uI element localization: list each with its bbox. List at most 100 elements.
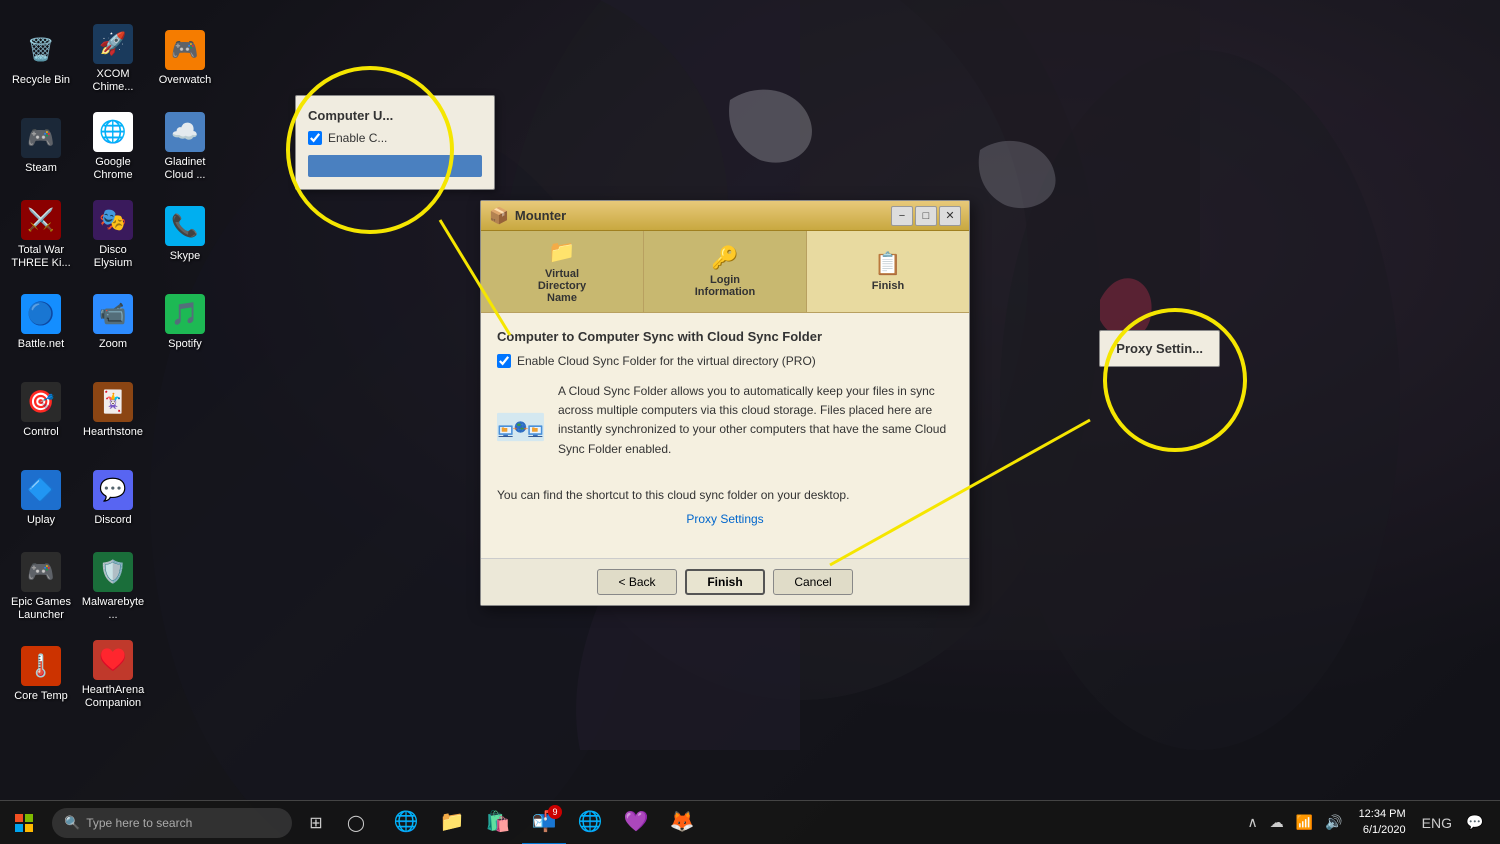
tab-virtual-directory[interactable]: 📁 Virtual Directory Name (481, 231, 644, 312)
desktop-icon-uplay[interactable]: 🔷 Uplay (5, 455, 77, 543)
tab-login-information[interactable]: 🔑 Login Information (644, 231, 807, 312)
system-clock[interactable]: 12:34 PM 6/1/2020 (1351, 807, 1414, 838)
icon-label-malware: Malwarebyte... (81, 596, 145, 622)
desktop-icon-overwatch[interactable]: 🎮 Overwatch (149, 15, 221, 103)
icon-img-xcom: 🚀 (93, 24, 133, 64)
clock-time: 12:34 PM (1359, 807, 1406, 822)
taskbar-explorer[interactable]: 📁 (430, 801, 474, 844)
icon-img-total-war: ⚔️ (21, 200, 61, 240)
search-bar[interactable]: 🔍 Type here to search (52, 808, 292, 838)
cancel-button[interactable]: Cancel (773, 569, 853, 595)
cloud-content: A Cloud Sync Folder allows you to automa… (497, 382, 953, 472)
virtual-dir-icon: 📁 (548, 239, 575, 265)
desktop-icon-control[interactable]: 🎯 Control (5, 367, 77, 455)
search-icon: 🔍 (64, 815, 80, 831)
enable-cloud-sync-checkbox[interactable] (497, 354, 511, 368)
icon-img-discord: 💬 (93, 470, 133, 510)
mounter-tabs: 📁 Virtual Directory Name 🔑 Login Informa… (481, 231, 969, 313)
icon-img-uplay: 🔷 (21, 470, 61, 510)
tab-login-label: Login Information (695, 274, 756, 298)
icon-img-skype: 📞 (165, 206, 205, 246)
task-view-btn[interactable]: ⊞ (296, 801, 336, 844)
tab-finish[interactable]: 📋 Finish (807, 231, 969, 312)
desktop-icon-disco[interactable]: 🎭 Disco Elysium (77, 191, 149, 279)
desktop-icon-zoom[interactable]: 📹 Zoom (77, 279, 149, 367)
back-button[interactable]: < Back (597, 569, 677, 595)
proxy-settings-link[interactable]: Proxy Settings (686, 512, 763, 526)
desktop-icon-total-war[interactable]: ⚔️ Total War THREE Ki... (5, 191, 77, 279)
bg-enable-label: Enable C... (328, 131, 387, 145)
desktop-icon-hearthstone[interactable]: 🃏 Hearthstone (77, 367, 149, 455)
start-button[interactable] (0, 801, 48, 844)
icon-img-hearthstone: 🃏 (93, 382, 133, 422)
icon-label-xcom: XCOM Chime... (81, 68, 145, 94)
enable-cloud-sync-row: Enable Cloud Sync Folder for the virtual… (497, 354, 953, 368)
finish-button[interactable]: Finish (685, 569, 765, 595)
desktop-icon-chrome[interactable]: 🌐 Google Chrome (77, 103, 149, 191)
taskbar-edge[interactable]: 🌐 (384, 801, 428, 844)
icon-label-epic: Epic Games Launcher (9, 596, 73, 622)
cortana-btn[interactable]: ◯ (336, 801, 376, 844)
mounter-minimize-btn[interactable]: − (891, 206, 913, 226)
taskbar-apps: 🌐 📁 🛍️ 📬 9 🌐 💜 🦊 (384, 801, 704, 844)
desktop-icon-epic[interactable]: 🎮 Epic Games Launcher (5, 543, 77, 631)
icon-label-recycle-bin: Recycle Bin (12, 74, 70, 87)
proxy-settings-partial: Proxy Settin... (1099, 330, 1220, 367)
taskbar-store[interactable]: 🛍️ (476, 801, 520, 844)
login-icon: 🔑 (711, 245, 738, 271)
desktop-icon-battlenet[interactable]: 🔵 Battle.net (5, 279, 77, 367)
mounter-maximize-btn[interactable]: □ (915, 206, 937, 226)
tab-virtual-dir-label: Virtual Directory Name (538, 268, 586, 304)
tray-caret[interactable]: ∧ (1243, 812, 1261, 833)
icon-label-overwatch: Overwatch (159, 74, 212, 87)
icon-label-discord: Discord (94, 514, 131, 527)
taskbar-firefox[interactable]: 🦊 (660, 801, 704, 844)
mounter-dialog: 📦 Mounter − □ ✕ 📁 Virtual Directory Name… (480, 200, 970, 606)
content-title: Computer to Computer Sync with Cloud Syn… (497, 329, 953, 344)
proxy-link-container: Proxy Settings (497, 510, 953, 528)
icon-label-uplay: Uplay (27, 514, 55, 527)
taskbar-chrome[interactable]: 🌐 (568, 801, 612, 844)
notification-center-btn[interactable]: 💬 (1460, 801, 1490, 844)
tray-lang[interactable]: ENG (1418, 813, 1456, 833)
desktop-icon-discord[interactable]: 💬 Discord (77, 455, 149, 543)
mounter-close-btn[interactable]: ✕ (939, 206, 961, 226)
icon-label-heartharena: HearthArena Companion (81, 684, 145, 710)
icon-label-hearthstone: Hearthstone (83, 426, 143, 439)
icon-img-spotify: 🎵 (165, 294, 205, 334)
desktop-icon-malware[interactable]: 🛡️ Malwarebyte... (77, 543, 149, 631)
taskbar-right: ∧ ☁ 📶 🔊 12:34 PM 6/1/2020 ENG 💬 (1243, 801, 1500, 844)
desktop-icon-coretemp[interactable]: 🌡️ Core Temp (5, 631, 77, 719)
desktop-icon-steam[interactable]: 🎮 Steam (5, 103, 77, 191)
taskbar-slack[interactable]: 💜 (614, 801, 658, 844)
icon-img-coretemp: 🌡️ (21, 646, 61, 686)
desktop-icon-skype[interactable]: 📞 Skype (149, 191, 221, 279)
clock-date: 6/1/2020 (1359, 823, 1406, 838)
desktop-icons: 🗑️ Recycle Bin 🎮 Steam ⚔️ Total War THRE… (0, 10, 220, 790)
desktop-icon-spotify[interactable]: 🎵 Spotify (149, 279, 221, 367)
computer-use-dialog: Computer U... Enable C... (295, 95, 495, 190)
icon-label-zoom: Zoom (99, 338, 127, 351)
icon-img-recycle-bin: 🗑️ (21, 30, 61, 70)
tray-network[interactable]: 📶 (1292, 812, 1317, 833)
enable-cloud-sync-label: Enable Cloud Sync Folder for the virtual… (517, 354, 816, 368)
icon-label-disco: Disco Elysium (81, 244, 145, 270)
mounter-titlebar: 📦 Mounter − □ ✕ (481, 201, 969, 231)
tab-finish-label: Finish (872, 280, 904, 292)
desktop-icon-gladinet[interactable]: ☁️ Gladinet Cloud ... (149, 103, 221, 191)
icon-img-gladinet: ☁️ (165, 112, 205, 152)
icon-label-spotify: Spotify (168, 338, 202, 351)
icon-img-overwatch: 🎮 (165, 30, 205, 70)
icon-img-zoom: 📹 (93, 294, 133, 334)
desktop-icon-heartharena[interactable]: ♥️ HearthArena Companion (77, 631, 149, 719)
tray-volume[interactable]: 🔊 (1321, 812, 1346, 833)
bg-dialog-title: Computer U... (308, 108, 482, 123)
bg-enable-checkbox[interactable] (308, 131, 322, 145)
taskbar-notification[interactable]: 📬 9 (522, 801, 566, 844)
icon-img-heartharena: ♥️ (93, 640, 133, 680)
desktop-icon-xcom[interactable]: 🚀 XCOM Chime... (77, 15, 149, 103)
tray-cloud[interactable]: ☁ (1266, 812, 1288, 833)
desktop-icon-recycle-bin[interactable]: 🗑️ Recycle Bin (5, 15, 77, 103)
icon-img-chrome: 🌐 (93, 112, 133, 152)
bg-blue-bar (308, 155, 482, 177)
